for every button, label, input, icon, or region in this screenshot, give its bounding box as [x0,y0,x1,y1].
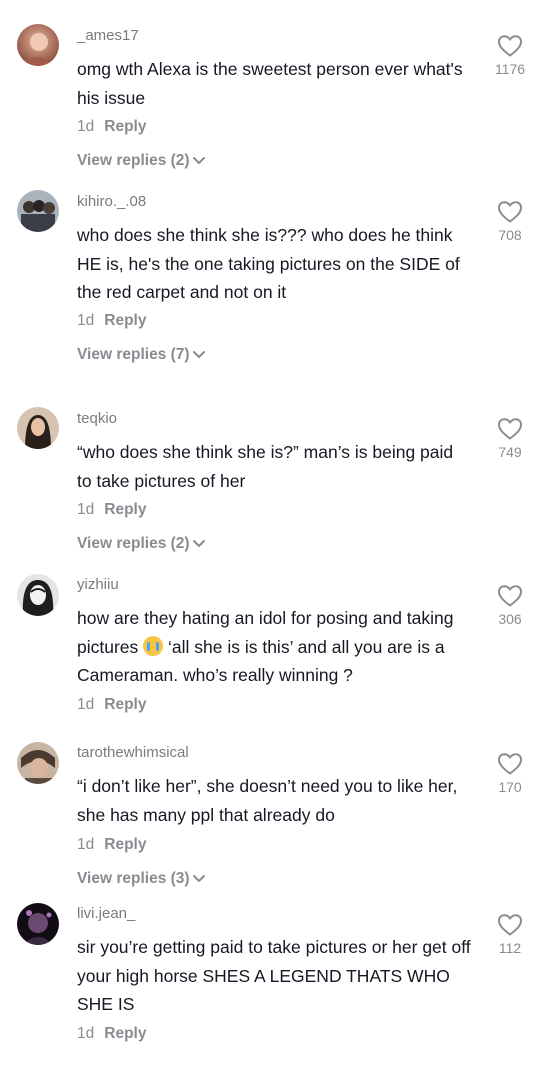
view-replies-button[interactable]: View replies (2) [77,534,206,554]
heart-outline-icon [497,418,523,440]
heart-outline-icon [497,201,523,223]
view-replies-button[interactable]: View replies (2) [77,151,206,171]
comment-text: “who does she think she is?” man’s is be… [77,442,454,491]
avatar[interactable] [17,407,59,449]
reply-button[interactable]: Reply [104,1025,146,1042]
comment-username[interactable]: teqkio [77,410,117,428]
like-count: 708 [498,227,522,243]
chevron-down-icon [192,539,205,547]
chevron-down-icon [192,156,205,164]
comment-meta: 1d Reply [77,311,146,331]
crying-face-icon [143,635,164,656]
comment-username[interactable]: tarothewhimsical [77,744,189,762]
comment-username[interactable]: yizhiiu [77,576,119,594]
avatar[interactable] [17,574,59,616]
like-button[interactable]: 112 [488,913,532,957]
like-count: 749 [498,444,522,460]
comment-time: 1d [77,1025,95,1042]
like-count: 112 [498,940,522,956]
reply-button[interactable]: Reply [104,836,146,853]
comment-meta: 1d Reply [77,835,146,855]
avatar[interactable] [17,742,59,784]
view-replies-label: View replies (2) [77,535,190,552]
view-replies-button[interactable]: View replies (3) [77,869,206,889]
reply-button[interactable]: Reply [104,118,146,135]
avatar[interactable] [17,24,59,66]
like-count: 1176 [494,61,526,77]
comment-text: omg wth Alexa is the sweetest person eve… [77,59,463,108]
like-count: 170 [498,779,522,795]
reply-button[interactable]: Reply [104,501,146,518]
view-replies-button[interactable]: View replies (7) [77,345,206,365]
like-button[interactable]: 708 [488,200,532,244]
like-button[interactable]: 306 [488,584,532,628]
like-count: 306 [498,611,522,627]
view-replies-label: View replies (2) [77,152,190,169]
reply-button[interactable]: Reply [104,696,146,713]
comment-time: 1d [77,836,95,853]
like-button[interactable]: 170 [488,752,532,796]
comment-username[interactable]: _ames17 [77,27,139,45]
heart-outline-icon [497,753,523,775]
comment-meta: 1d Reply [77,695,146,715]
comment-text: how are they hating an idol for posing a… [77,604,477,690]
like-button[interactable]: 749 [488,417,532,461]
chevron-down-icon [192,874,205,882]
comment-meta: 1d Reply [77,117,146,137]
chevron-down-icon [192,350,205,358]
comment-meta: 1d Reply [77,1024,146,1044]
comment-time: 1d [77,501,95,518]
like-button[interactable]: 1176 [488,34,532,78]
view-replies-label: View replies (3) [77,870,190,887]
comment-time: 1d [77,696,95,713]
comment-text: sir you’re getting paid to take pictures… [77,937,471,1014]
comment-text: who does she think she is??? who does he… [77,225,460,302]
avatar[interactable] [17,903,59,945]
heart-outline-icon [497,585,523,607]
comment-text: “i don’t like her”, she doesn’t need you… [77,776,458,825]
heart-outline-icon [497,914,523,936]
comment-username[interactable]: livi.jean_ [77,905,135,923]
comment-username[interactable]: kihiro._.08 [77,193,146,211]
comment-time: 1d [77,312,95,329]
comment-meta: 1d Reply [77,500,146,520]
reply-button[interactable]: Reply [104,312,146,329]
comment-time: 1d [77,118,95,135]
heart-outline-icon [497,35,523,57]
view-replies-label: View replies (7) [77,346,190,363]
avatar[interactable] [17,190,59,232]
